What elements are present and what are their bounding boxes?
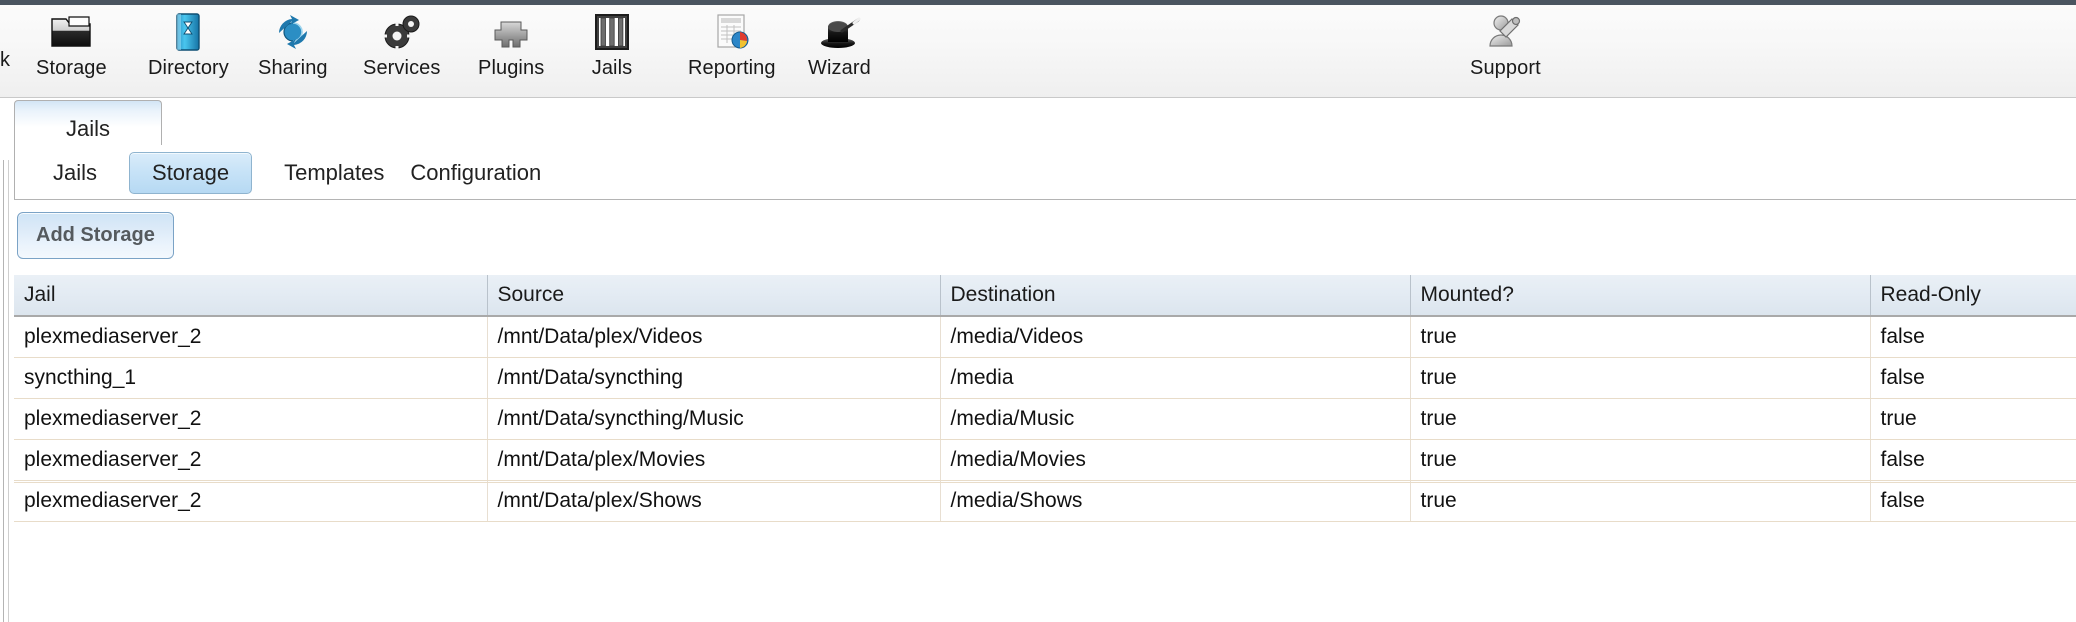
column-header-destination[interactable]: Destination [940,275,1411,317]
toolbar-item-label: Wizard [808,57,871,79]
cell-mounted: true [1410,439,1871,481]
cell-readonly: false [1870,357,2076,399]
panel-left-rail-outer [3,160,4,622]
jails-icon [589,9,635,55]
toolbar-item-directory[interactable]: Directory [148,9,229,80]
subnav-divider [14,199,2076,200]
subnav-item-jails[interactable]: Jails [43,154,107,192]
table-row[interactable]: plexmediaserver_2/mnt/Data/plex/Movies/m… [14,439,2076,481]
wizard-icon [816,9,862,55]
services-icon [379,9,425,55]
table-bottom-divider [14,482,2076,483]
cell-jail: plexmediaserver_2 [14,480,488,522]
toolbar-item-reporting[interactable]: Reporting [688,9,776,80]
tab-label: Jails [65,115,110,141]
cell-destination: /media/Videos [940,315,1411,358]
cell-mounted: true [1410,398,1871,440]
toolbar-item-label: Storage [36,57,107,79]
directory-icon [165,9,211,55]
main-toolbar: k Storage Directory Sharing Services Plu… [0,5,2076,98]
subnav-item-configuration[interactable]: Configuration [400,154,551,192]
toolbar-item-services[interactable]: Services [363,9,441,80]
toolbar-item-label: Directory [148,57,229,79]
table-row[interactable]: plexmediaserver_2/mnt/Data/syncthing/Mus… [14,398,2076,440]
cell-readonly: false [1870,480,2076,522]
cell-source: /mnt/Data/plex/Videos [487,315,941,358]
add-storage-button[interactable]: Add Storage [17,212,174,259]
subnav-item-templates[interactable]: Templates [274,154,394,192]
sub-navigation: Jails Storage Templates Configuration [14,145,2076,200]
toolbar-item-label: Services [363,57,441,79]
cell-destination: /media/Shows [940,480,1411,522]
cell-mounted: true [1410,357,1871,399]
plugins-icon [488,9,534,55]
toolbar-truncated-label: k [0,49,10,71]
cell-jail: syncthing_1 [14,357,488,399]
cell-source: /mnt/Data/syncthing [487,357,941,399]
support-icon [1482,9,1528,55]
sharing-icon [270,9,316,55]
toolbar-item-sharing[interactable]: Sharing [258,9,328,80]
cell-mounted: true [1410,480,1871,522]
cell-source: /mnt/Data/plex/Shows [487,480,941,522]
tab-strip: Jails [14,100,2076,146]
cell-jail: plexmediaserver_2 [14,398,488,440]
storage-table: Jail Source Destination Mounted? Read-On… [14,275,2076,522]
table-row[interactable]: plexmediaserver_2/mnt/Data/plex/Videos/m… [14,315,2076,358]
toolbar-item-plugins[interactable]: Plugins [478,9,544,80]
column-header-source[interactable]: Source [487,275,941,317]
toolbar-item-label: Plugins [478,57,545,79]
storage-table-container: Jail Source Destination Mounted? Read-On… [14,275,2076,622]
cell-destination: /media [940,357,1411,399]
toolbar-item-label: Support [1470,57,1541,79]
cell-readonly: true [1870,398,2076,440]
cell-readonly: false [1870,439,2076,481]
cell-jail: plexmediaserver_2 [14,439,488,481]
subnav-item-storage[interactable]: Storage [129,151,253,194]
table-row[interactable]: plexmediaserver_2/mnt/Data/plex/Shows/me… [14,480,2076,522]
cell-jail: plexmediaserver_2 [14,315,488,358]
toolbar-item-support[interactable]: Support [1470,9,1541,80]
toolbar-item-label: Jails [591,57,633,79]
panel-left-rail-inner [8,160,9,622]
toolbar-item-storage[interactable]: Storage [36,9,107,80]
cell-destination: /media/Music [940,398,1411,440]
table-header-row: Jail Source Destination Mounted? Read-On… [14,275,2076,317]
column-header-readonly[interactable]: Read-Only [1870,275,2076,317]
reporting-icon [709,9,755,55]
cell-destination: /media/Movies [940,439,1411,481]
cell-mounted: true [1410,315,1871,358]
cell-source: /mnt/Data/plex/Movies [487,439,941,481]
toolbar-item-label: Sharing [258,57,328,79]
toolbar-item-label: Reporting [688,57,776,79]
content-panel: Jails Jails Storage Templates Configurat… [0,99,2076,622]
table-row[interactable]: syncthing_1/mnt/Data/syncthing/media true… [14,357,2076,399]
toolbar-item-jails[interactable]: Jails [589,9,635,80]
cell-readonly: false [1870,315,2076,358]
column-header-jail[interactable]: Jail [14,275,488,317]
column-header-mounted[interactable]: Mounted? [1410,275,1871,317]
folder-icon [48,9,94,55]
toolbar-item-wizard[interactable]: Wizard [808,9,871,80]
storage-table-body: plexmediaserver_2/mnt/Data/plex/Videos/m… [14,315,2076,522]
tab-jails[interactable]: Jails [14,100,162,146]
cell-source: /mnt/Data/syncthing/Music [487,398,941,440]
